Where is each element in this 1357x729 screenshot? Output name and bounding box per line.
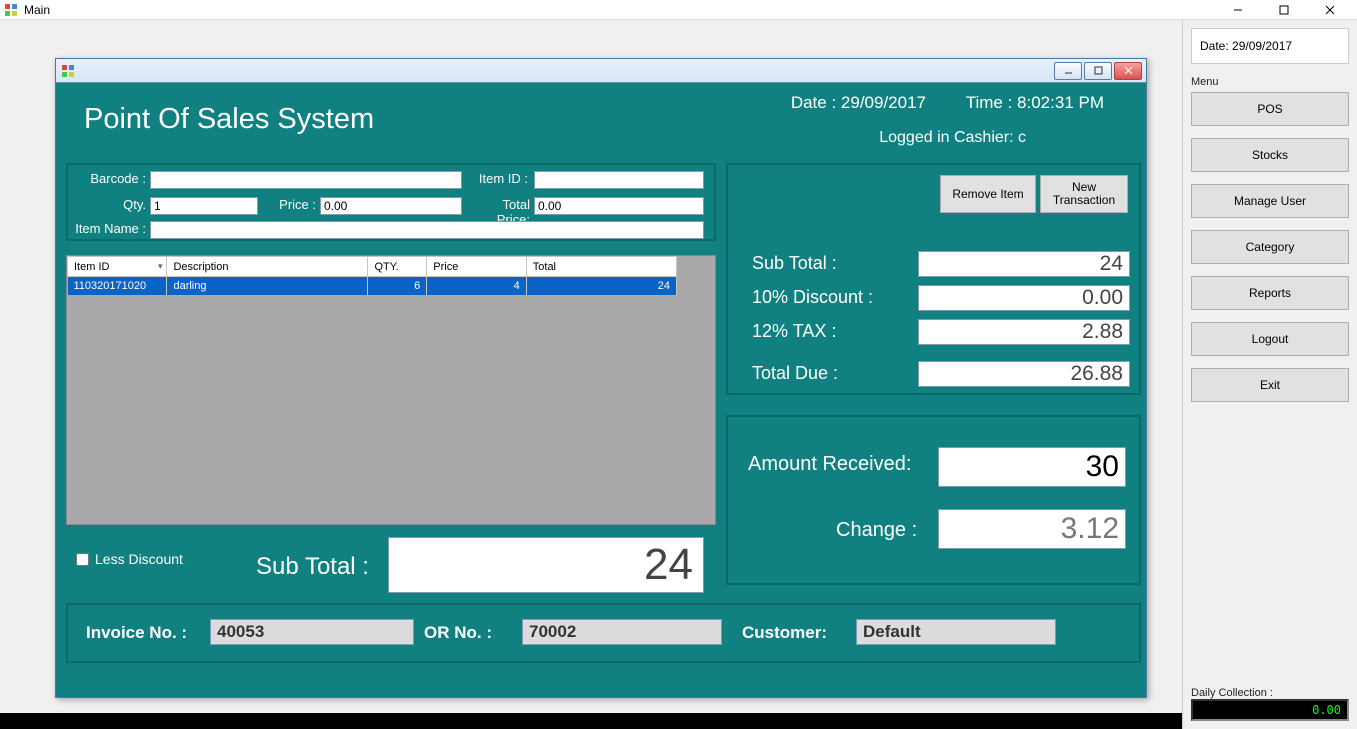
itemid-label: Item ID : (468, 171, 528, 186)
subtotal-area: Less Discount Sub Total : (66, 533, 716, 593)
input-panel: Barcode : Item ID : Qty. Price : Total P… (66, 163, 716, 241)
new-transaction-button[interactable]: NewTransaction (1040, 175, 1128, 213)
pos-window-icon (60, 63, 76, 79)
qty-label: Qty. (68, 197, 146, 212)
right-panel: Date: 29/09/2017 Menu POS Stocks Manage … (1182, 20, 1357, 729)
tax-label: 12% TAX : (752, 321, 836, 342)
item-name-label: Item Name : (68, 221, 146, 236)
pos-maximize-button[interactable] (1084, 62, 1112, 80)
main-titlebar: Main (0, 0, 1357, 20)
amount-received-input[interactable] (938, 447, 1126, 487)
cashier-label: Logged in Cashier: c (879, 129, 1026, 147)
items-grid[interactable]: Item ID▾ Description QTY. Price Total 11… (66, 255, 716, 525)
maximize-button[interactable] (1261, 0, 1307, 20)
barcode-label: Barcode : (68, 171, 146, 186)
panel-date: Date: 29/09/2017 (1191, 28, 1349, 64)
app-icon (4, 3, 18, 17)
customer-label: Customer: (742, 623, 827, 643)
header-date: Date : 29/09/2017 (791, 93, 926, 113)
total-due-value (918, 361, 1130, 387)
col-qty[interactable]: QTY. (368, 257, 427, 277)
table-row[interactable]: 110320171020 darling 6 4 24 (68, 277, 677, 295)
col-item-id[interactable]: Item ID▾ (68, 257, 167, 277)
less-discount-checkbox-label[interactable]: Less Discount (76, 551, 183, 567)
menu-stocks-button[interactable]: Stocks (1191, 138, 1349, 172)
close-button[interactable] (1307, 0, 1353, 20)
subtotal-label: Sub Total : (256, 553, 369, 581)
tax-value (918, 319, 1130, 345)
price-input[interactable] (320, 197, 462, 215)
daily-collection-value: 0.00 (1191, 699, 1349, 721)
col-price[interactable]: Price (427, 257, 526, 277)
total-due-label: Total Due : (752, 363, 838, 384)
daily-collection-label: Daily Collection : (1191, 687, 1349, 699)
total-price-input[interactable] (534, 197, 704, 215)
menu-exit-button[interactable]: Exit (1191, 368, 1349, 402)
change-value (938, 509, 1126, 549)
main-window: Main (0, 0, 1357, 729)
or-value (522, 619, 722, 645)
invoice-value (210, 619, 414, 645)
discount-value (918, 285, 1130, 311)
amount-received-label: Amount Received: (748, 453, 911, 476)
itemid-input[interactable] (534, 171, 704, 189)
workspace: Point Of Sales System Date : 29/09/2017 … (0, 20, 1357, 729)
main-title: Main (24, 3, 50, 17)
item-name-input[interactable] (150, 221, 704, 239)
footer-panel: Invoice No. : OR No. : Customer: (66, 603, 1141, 663)
cell-item-id: 110320171020 (68, 277, 167, 295)
pos-child-window: Point Of Sales System Date : 29/09/2017 … (55, 58, 1147, 698)
app-title: Point Of Sales System (84, 103, 374, 136)
customer-value[interactable] (856, 619, 1056, 645)
or-label: OR No. : (424, 623, 492, 643)
header-time: Time : 8:02:31 PM (966, 93, 1104, 113)
menu-category-button[interactable]: Category (1191, 230, 1349, 264)
change-label: Change : (836, 519, 917, 542)
mdi-canvas: Point Of Sales System Date : 29/09/2017 … (0, 20, 1182, 729)
subtotal-display (388, 537, 704, 593)
invoice-label: Invoice No. : (86, 623, 187, 643)
less-discount-checkbox[interactable] (76, 553, 89, 566)
pos-titlebar (56, 59, 1146, 83)
pos-minimize-button[interactable] (1054, 62, 1082, 80)
pos-close-button[interactable] (1114, 62, 1142, 80)
payment-panel: Amount Received: Change : (726, 415, 1141, 585)
minimize-button[interactable] (1215, 0, 1261, 20)
col-description[interactable]: Description (167, 257, 368, 277)
totals-panel: Remove Item NewTransaction Sub Total : 1… (726, 163, 1141, 395)
menu-reports-button[interactable]: Reports (1191, 276, 1349, 310)
cell-total: 24 (526, 277, 676, 295)
pos-body: Point Of Sales System Date : 29/09/2017 … (56, 83, 1146, 697)
menu-manage-user-button[interactable]: Manage User (1191, 184, 1349, 218)
remove-item-button[interactable]: Remove Item (940, 175, 1036, 213)
price-label: Price : (264, 197, 316, 212)
menu-logout-button[interactable]: Logout (1191, 322, 1349, 356)
bottom-bar (0, 713, 1182, 729)
menu-pos-button[interactable]: POS (1191, 92, 1349, 126)
cell-description: darling (167, 277, 368, 295)
cell-qty: 6 (368, 277, 427, 295)
col-total[interactable]: Total (526, 257, 676, 277)
barcode-input[interactable] (150, 171, 462, 189)
less-discount-text: Less Discount (95, 551, 183, 567)
subtotal2-value (918, 251, 1130, 277)
menu-label: Menu (1191, 76, 1349, 88)
subtotal2-label: Sub Total : (752, 253, 837, 274)
cell-price: 4 (427, 277, 526, 295)
discount-label: 10% Discount : (752, 287, 873, 308)
qty-input[interactable] (150, 197, 258, 215)
sort-icon: ▾ (158, 261, 163, 272)
